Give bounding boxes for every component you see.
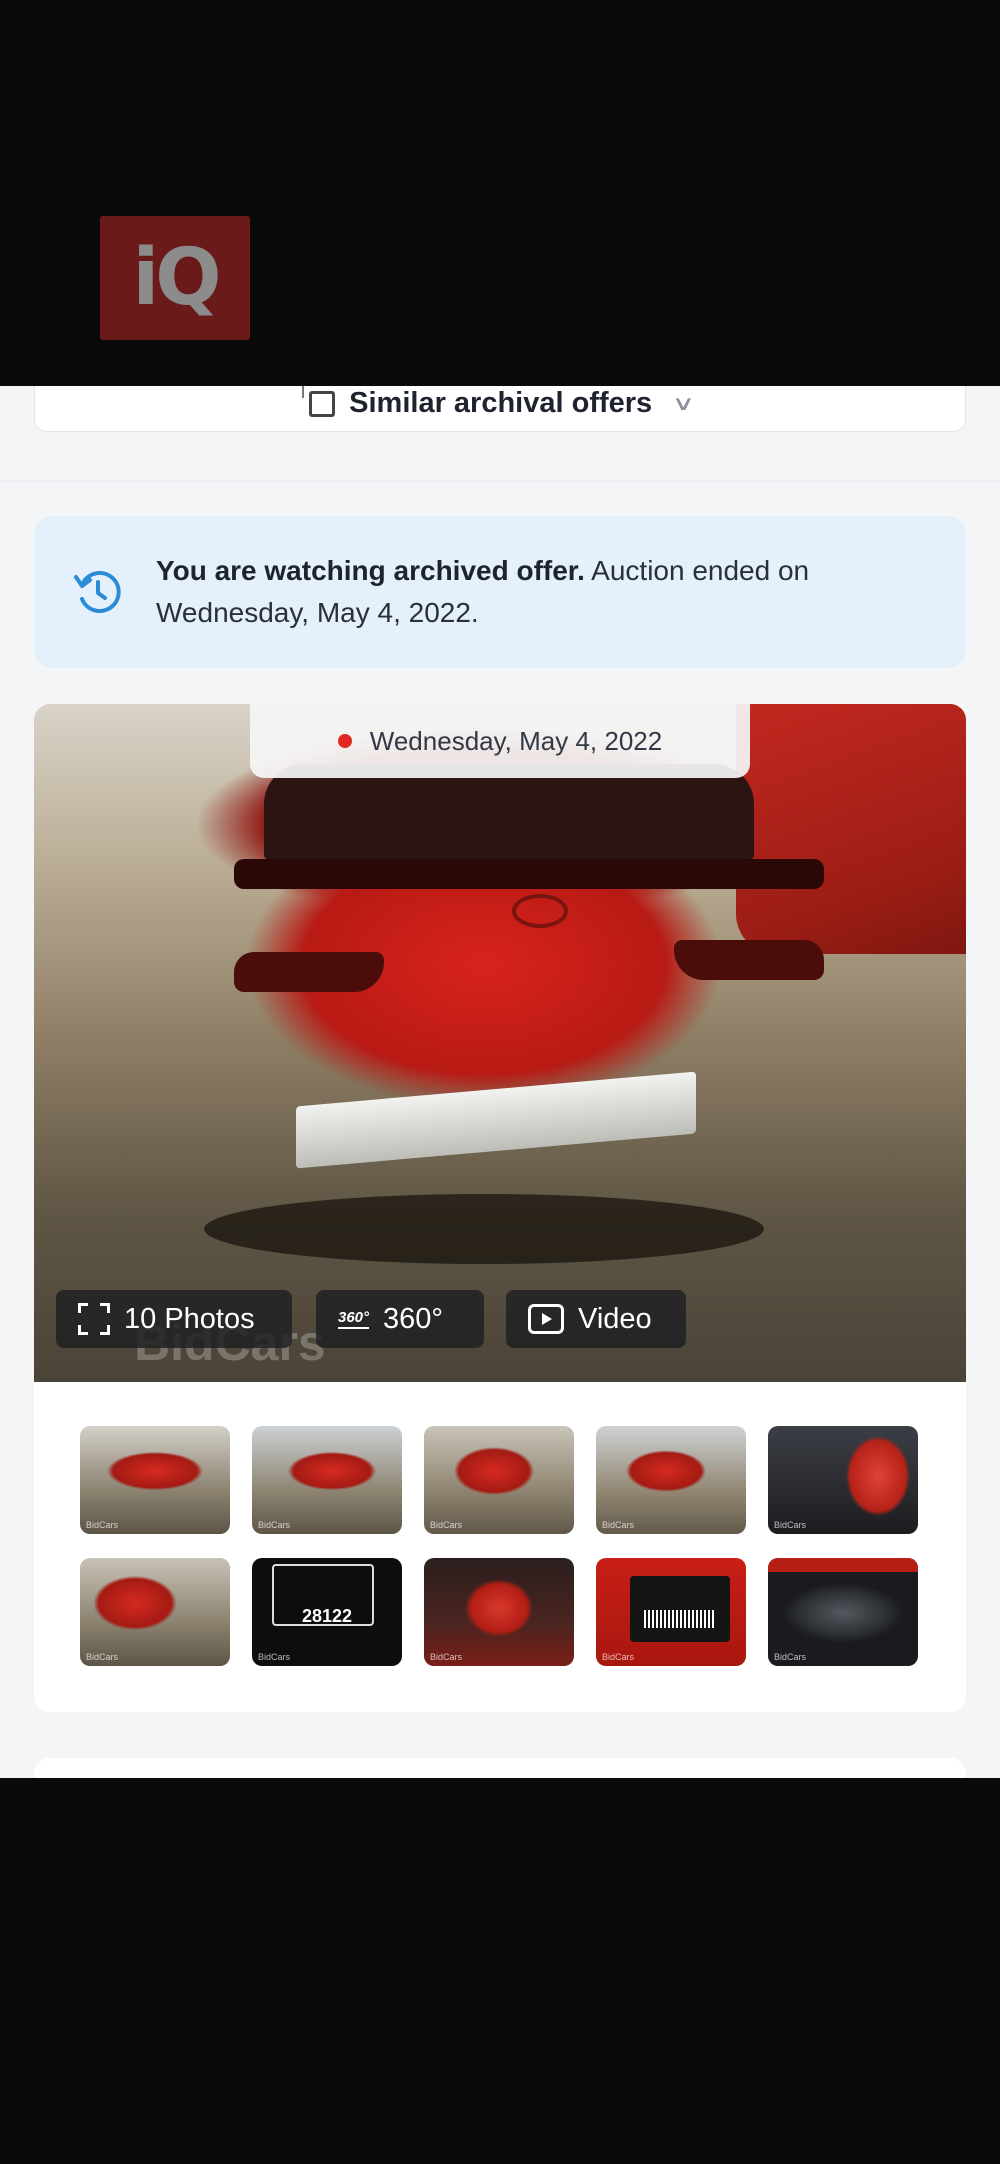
360-button[interactable]: 360° 360° xyxy=(316,1290,484,1348)
video-play-icon xyxy=(528,1304,564,1334)
thumbnail[interactable]: BidCars xyxy=(80,1426,230,1534)
history-icon xyxy=(74,571,121,613)
thumbnail-grid: BidCars BidCars BidCars BidCars BidCars … xyxy=(80,1426,920,1666)
similar-offers-label: Similar archival offers xyxy=(349,387,653,419)
video-label: Video xyxy=(578,1302,652,1335)
thumbnail[interactable]: BidCars xyxy=(424,1426,574,1534)
iq-logo-icon: iQ xyxy=(100,216,250,340)
thumbnail[interactable]: BidCars xyxy=(424,1558,574,1666)
checkbox-icon xyxy=(302,386,336,417)
thumbnail[interactable]: BidCars xyxy=(596,1426,746,1534)
emblem-icon xyxy=(512,894,568,928)
thumbnail[interactable]: BidCars xyxy=(768,1558,918,1666)
next-section-card xyxy=(34,1758,966,1778)
360-label: 360° xyxy=(383,1302,444,1335)
360-icon: 360° xyxy=(338,1309,370,1329)
thumbnail[interactable]: BidCars xyxy=(80,1558,230,1666)
main-photo[interactable]: BidCars Wednesday, May 4, 2022 10 Photos… xyxy=(34,704,966,1382)
status-dot-icon xyxy=(337,734,352,748)
odometer-reading: 28122 xyxy=(302,1606,353,1626)
chevron-down-icon: ∨ xyxy=(671,393,696,415)
photos-button[interactable]: 10 Photos xyxy=(56,1290,292,1348)
photos-label: 10 Photos xyxy=(124,1302,255,1335)
auction-date: Wednesday, May 4, 2022 xyxy=(369,725,663,756)
archived-notice: You are watching archived offer. Auction… xyxy=(34,516,966,668)
auction-date-pill: Wednesday, May 4, 2022 xyxy=(250,704,750,778)
thumbnail[interactable]: BidCars xyxy=(768,1426,918,1534)
photo-gallery: BidCars Wednesday, May 4, 2022 10 Photos… xyxy=(34,704,966,1712)
thumbnail[interactable]: BidCars xyxy=(596,1558,746,1666)
video-button[interactable]: Video xyxy=(506,1290,686,1348)
page: Similar archival offers ∨ You are watchi… xyxy=(0,386,1000,1778)
thumbnail[interactable]: BidCars xyxy=(252,1426,402,1534)
similar-offers-toggle[interactable]: Similar archival offers ∨ xyxy=(34,386,966,432)
divider xyxy=(0,480,1000,482)
fullscreen-icon xyxy=(78,1303,110,1335)
top-black-bar: iQ xyxy=(0,0,1000,386)
archived-notice-text: You are watching archived offer. Auction… xyxy=(156,555,810,628)
bottom-black-bar xyxy=(0,1778,1000,2164)
thumbnail-odometer[interactable]: 28122 BidCars xyxy=(252,1558,402,1666)
